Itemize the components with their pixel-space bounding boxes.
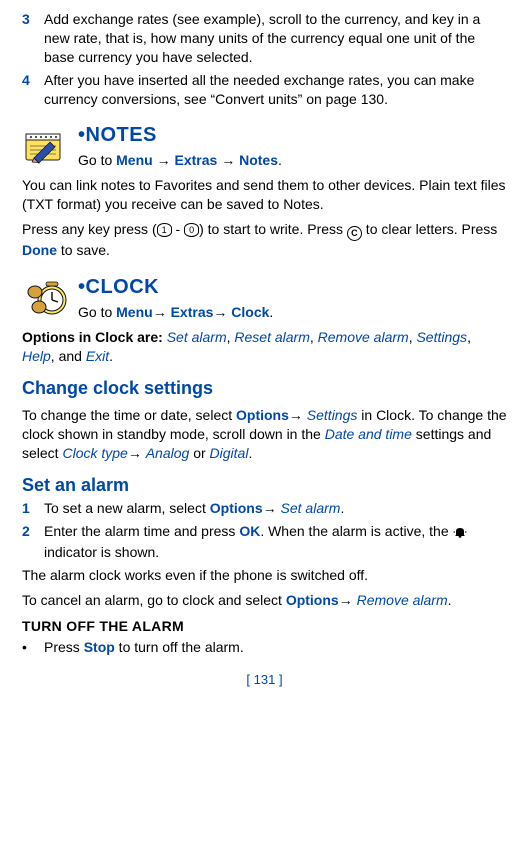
text: to clear letters. Press — [362, 221, 497, 237]
notes-icon — [22, 122, 78, 166]
text: ) to start to write. Press — [199, 221, 347, 237]
options-label: Options — [286, 592, 339, 608]
text: To set a new alarm, select — [44, 500, 210, 516]
clock-options: Options in Clock are: Set alarm, Reset a… — [22, 328, 507, 366]
bullet-icon: • — [22, 638, 44, 657]
text: . When the alarm is active, the — [260, 523, 452, 539]
arrow-icon: → — [339, 592, 353, 608]
period: . — [109, 348, 113, 364]
notes-goto: Go to Menu → Extras → Notes. — [78, 151, 507, 170]
step-number: 4 — [22, 71, 44, 109]
goto-prefix: Go to — [78, 152, 116, 168]
arrow-icon: → — [213, 304, 227, 320]
clock-section-head: •CLOCK Go to Menu→ Extras→ Clock. — [22, 274, 507, 322]
period: . — [340, 500, 344, 516]
menu-link: Menu — [116, 304, 153, 320]
clock-goto: Go to Menu→ Extras→ Clock. — [78, 303, 507, 322]
text: to save. — [57, 242, 110, 258]
ok-label: OK — [239, 523, 260, 539]
opt-exit: Exit — [86, 348, 109, 364]
change-clock-para: To change the time or date, select Optio… — [22, 406, 507, 463]
comma: , — [467, 329, 471, 345]
period: . — [248, 445, 252, 461]
extras-link: Extras — [171, 304, 214, 320]
clock-type-label: Clock type — [62, 445, 127, 461]
options-label: Options — [210, 500, 263, 516]
text: To change the time or date, select — [22, 407, 236, 423]
opt-reset-alarm: Reset alarm — [234, 329, 309, 345]
extras-link: Extras — [174, 152, 217, 168]
text: - — [172, 221, 184, 237]
notes-link: Notes — [239, 152, 278, 168]
analog-label: Analog — [146, 445, 190, 461]
opt-help: Help — [22, 348, 51, 364]
goto-prefix: Go to — [78, 304, 116, 320]
set-alarm-step-1: 1 To set a new alarm, select Options→ Se… — [22, 499, 507, 518]
arrow-icon: → — [221, 152, 235, 168]
opt-remove-alarm: Remove alarm — [318, 329, 409, 345]
date-and-time-label: Date and time — [325, 426, 412, 442]
key-0-icon: 0 — [184, 223, 199, 237]
comma: , and — [51, 348, 86, 364]
done-label: Done — [22, 242, 57, 258]
step-text: Enter the alarm time and press OK. When … — [44, 522, 507, 562]
settings-label: Settings — [303, 407, 357, 423]
clear-key-icon: C — [347, 226, 362, 241]
set-alarm-step-2: 2 Enter the alarm time and press OK. Whe… — [22, 522, 507, 562]
step-text: After you have inserted all the needed e… — [44, 71, 507, 109]
page-number: [ 131 ] — [22, 671, 507, 689]
step-4: 4 After you have inserted all the needed… — [22, 71, 507, 109]
alarm-indicator-icon — [453, 524, 467, 543]
alarm-note-1: The alarm clock works even if the phone … — [22, 566, 507, 585]
step-3: 3 Add exchange rates (see example), scro… — [22, 10, 507, 67]
arrow-icon: → — [263, 500, 277, 516]
step-number: 3 — [22, 10, 44, 67]
page-content: 3 Add exchange rates (see example), scro… — [0, 0, 529, 689]
text: indicator is shown. — [44, 544, 159, 560]
text: To cancel an alarm, go to clock and sele… — [22, 592, 286, 608]
arrow-icon: → — [157, 152, 171, 168]
step-number: 1 — [22, 499, 44, 518]
clock-title: •CLOCK — [78, 274, 507, 301]
arrow-icon: → — [128, 445, 142, 461]
opt-settings: Settings — [416, 329, 467, 345]
notes-title: •NOTES — [78, 122, 507, 149]
digital-label: Digital — [210, 445, 249, 461]
step-text: To set a new alarm, select Options→ Set … — [44, 499, 507, 518]
turn-off-bullet: • Press Stop to turn off the alarm. — [22, 638, 507, 657]
clock-icon — [22, 274, 78, 320]
text: to turn off the alarm. — [115, 639, 244, 655]
turn-off-heading: TURN OFF THE ALARM — [22, 617, 507, 636]
menu-link: Menu — [116, 152, 153, 168]
bullet-text: Press Stop to turn off the alarm. — [44, 638, 244, 657]
stop-label: Stop — [84, 639, 115, 655]
text: Enter the alarm time and press — [44, 523, 239, 539]
alarm-note-2: To cancel an alarm, go to clock and sele… — [22, 591, 507, 610]
period: . — [448, 592, 452, 608]
clock-link: Clock — [231, 304, 269, 320]
opt-set-alarm: Set alarm — [167, 329, 227, 345]
arrow-icon: → — [153, 304, 167, 320]
period: . — [278, 152, 282, 168]
period: . — [269, 304, 273, 320]
remove-alarm-label: Remove alarm — [353, 592, 448, 608]
options-lead: Options in Clock are: — [22, 329, 167, 345]
text: Press any key press ( — [22, 221, 157, 237]
step-number: 2 — [22, 522, 44, 562]
notes-para-1: You can link notes to Favorites and send… — [22, 176, 507, 214]
arrow-icon: → — [289, 407, 303, 423]
options-label: Options — [236, 407, 289, 423]
key-1-icon: 1 — [157, 223, 172, 237]
step-text: Add exchange rates (see example), scroll… — [44, 10, 507, 67]
notes-section-head: •NOTES Go to Menu → Extras → Notes. — [22, 122, 507, 170]
change-clock-heading: Change clock settings — [22, 376, 507, 400]
comma: , — [310, 329, 318, 345]
text: or — [189, 445, 209, 461]
notes-para-2: Press any key press (1 - 0) to start to … — [22, 220, 507, 260]
text: Press — [44, 639, 84, 655]
set-alarm-heading: Set an alarm — [22, 473, 507, 497]
set-alarm-label: Set alarm — [277, 500, 341, 516]
